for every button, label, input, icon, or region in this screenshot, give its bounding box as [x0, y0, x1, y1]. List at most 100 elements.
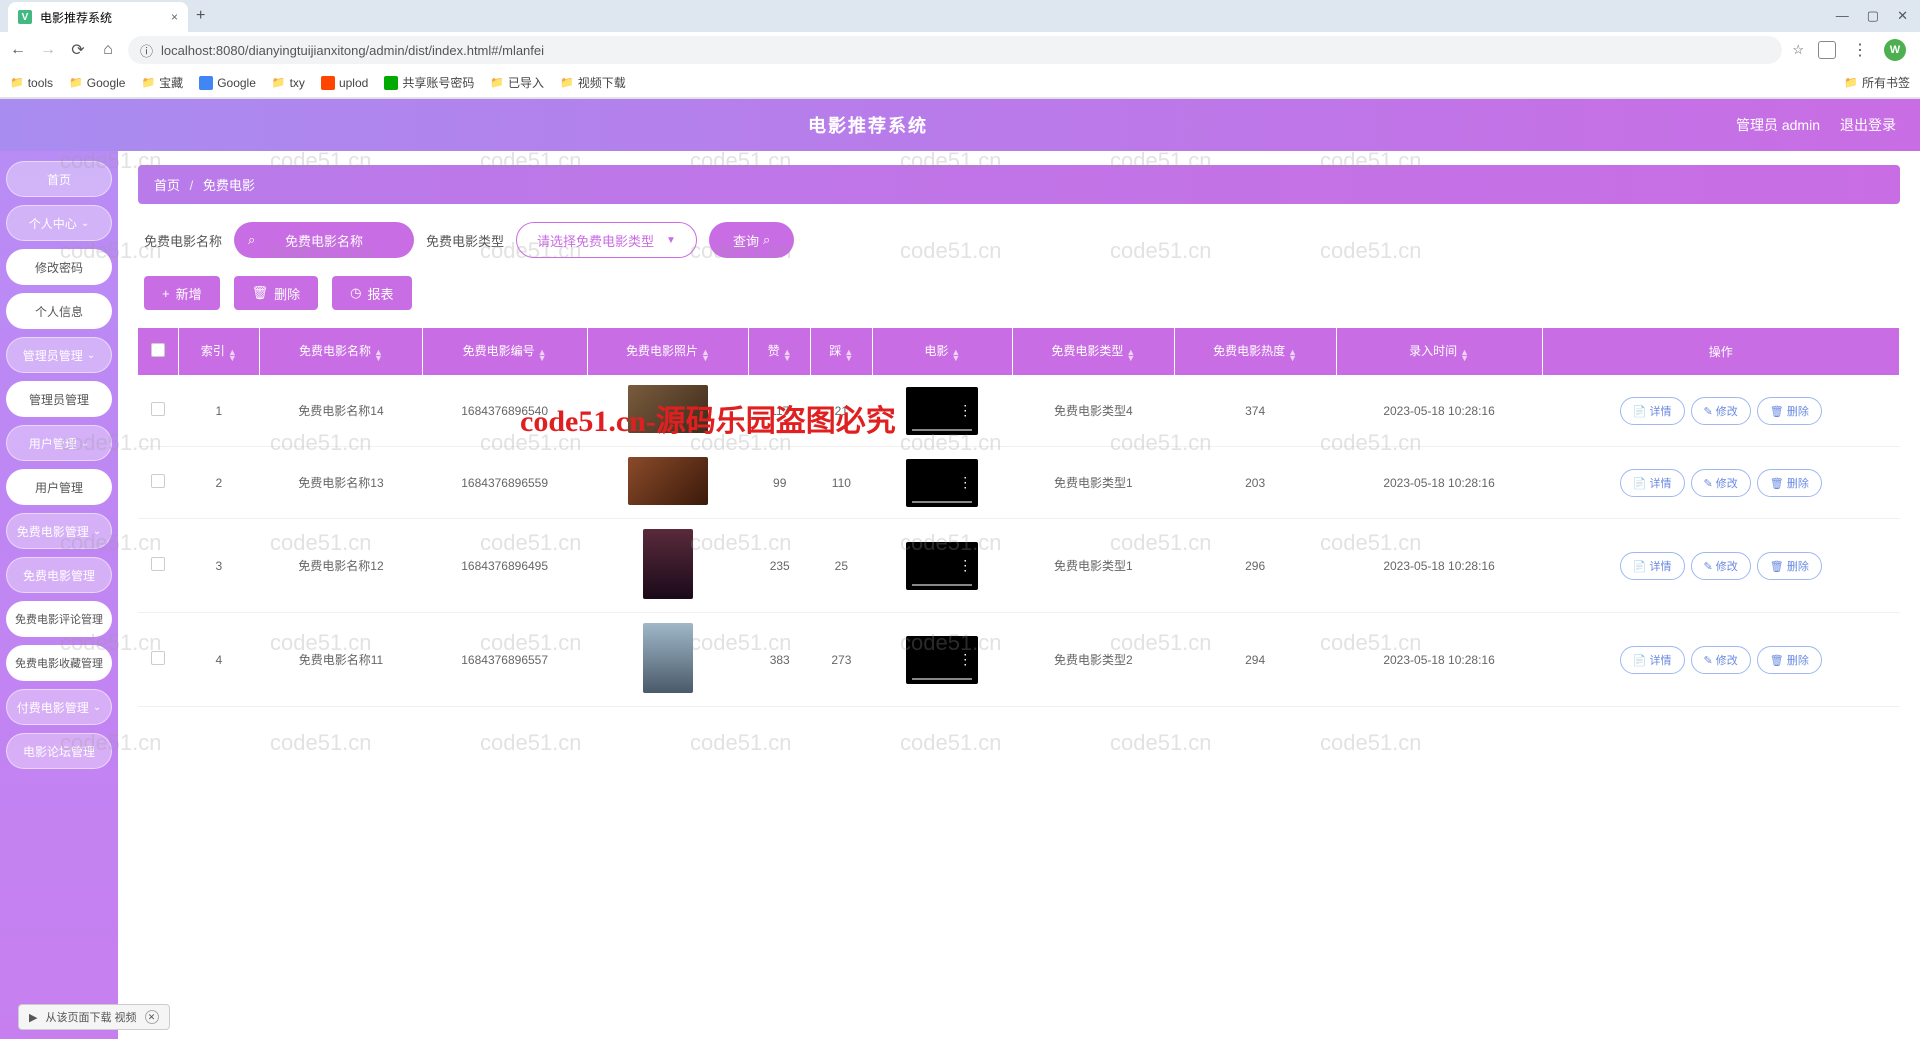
sort-icon[interactable]: ▲▼	[844, 349, 853, 361]
search-type-select[interactable]: 请选择免费电影类型 ▼	[516, 222, 697, 258]
sort-icon[interactable]: ▲▼	[1126, 349, 1135, 361]
sort-icon[interactable]: ▲▼	[374, 349, 383, 361]
sort-icon[interactable]: ▲▼	[1288, 349, 1297, 361]
logout-button[interactable]: 退出登录	[1840, 115, 1896, 135]
movie-thumbnail[interactable]	[628, 457, 708, 505]
home-icon[interactable]: ⌂	[98, 41, 118, 59]
back-icon[interactable]: ←	[8, 41, 28, 59]
bookmark-item[interactable]: txy	[272, 76, 305, 90]
extension-icon[interactable]	[1818, 41, 1836, 59]
delete-row-button[interactable]: 🗑 删除	[1757, 469, 1822, 497]
row-checkbox[interactable]	[151, 474, 165, 488]
sidebar-item[interactable]: 管理员管理⌄	[6, 337, 112, 373]
download-bar[interactable]: ▶ 从该页面下载 视频 ✕	[18, 1004, 170, 1030]
bookmark-item[interactable]: 已导入	[490, 74, 544, 91]
table-header[interactable]: 录入时间▲▼	[1336, 328, 1542, 375]
edit-button[interactable]: ✎ 修改	[1691, 397, 1751, 425]
close-icon[interactable]: ✕	[145, 1010, 159, 1024]
table-header[interactable]: 电影▲▼	[872, 328, 1012, 375]
bookmark-item[interactable]: Google	[69, 76, 125, 90]
sidebar-item[interactable]: 免费电影管理	[6, 557, 112, 593]
sidebar-item[interactable]: 付费电影管理⌄	[6, 689, 112, 725]
video-player[interactable]	[906, 542, 978, 590]
bookmark-item[interactable]: tools	[10, 76, 53, 90]
sidebar-item[interactable]: 免费电影管理⌄	[6, 513, 112, 549]
query-button[interactable]: 查询	[709, 222, 794, 258]
bookmark-item[interactable]: 共享账号密码	[384, 74, 474, 91]
bookmark-item[interactable]: uplod	[321, 76, 368, 90]
close-window-icon[interactable]: ✕	[1897, 8, 1908, 24]
sidebar-item[interactable]: 免费电影评论管理	[6, 601, 112, 637]
video-player[interactable]	[906, 459, 978, 507]
table-header[interactable]: 免费电影编号▲▼	[422, 328, 587, 375]
detail-button[interactable]: 📄 详情	[1620, 469, 1685, 497]
edit-button[interactable]: ✎ 修改	[1691, 469, 1751, 497]
table-header[interactable]: 免费电影类型▲▼	[1012, 328, 1174, 375]
movie-thumbnail[interactable]	[643, 623, 693, 693]
reload-icon[interactable]: ⟳	[68, 40, 88, 60]
bookmark-all[interactable]: 所有书签	[1844, 74, 1910, 91]
current-user[interactable]: 管理员 admin	[1736, 115, 1820, 135]
bookmark-icon[interactable]: ☆	[1792, 42, 1804, 58]
sort-icon[interactable]: ▲▼	[783, 349, 792, 361]
search-name-input[interactable]: 免费电影名称	[234, 222, 414, 258]
row-checkbox[interactable]	[151, 557, 165, 571]
cell-like: 235	[749, 519, 811, 613]
table-header[interactable]: 赞▲▼	[749, 328, 811, 375]
minimize-icon[interactable]: —	[1836, 8, 1849, 24]
detail-button[interactable]: 📄 详情	[1620, 397, 1685, 425]
sort-icon[interactable]: ▲▼	[951, 349, 960, 361]
edit-button[interactable]: ✎ 修改	[1691, 552, 1751, 580]
select-all-checkbox[interactable]	[151, 343, 165, 357]
sort-icon[interactable]: ▲▼	[1460, 349, 1469, 361]
sort-icon[interactable]: ▲▼	[538, 349, 547, 361]
sidebar-item[interactable]: 用户管理⌄	[6, 425, 112, 461]
table-header[interactable]	[138, 328, 178, 375]
delete-button[interactable]: 🗑删除	[234, 276, 319, 310]
bookmark-item[interactable]: Google	[199, 76, 256, 90]
report-button[interactable]: ◷报表	[332, 276, 411, 310]
sidebar-item[interactable]: 管理员管理	[6, 381, 112, 417]
detail-button[interactable]: 📄 详情	[1620, 552, 1685, 580]
bookmark-item[interactable]: 宝藏	[141, 74, 183, 91]
sidebar-item[interactable]: 个人信息	[6, 293, 112, 329]
table-header[interactable]: 免费电影热度▲▼	[1174, 328, 1336, 375]
delete-row-button[interactable]: 🗑 删除	[1757, 552, 1822, 580]
profile-avatar[interactable]: W	[1884, 39, 1906, 61]
breadcrumb-home[interactable]: 首页	[154, 178, 180, 193]
delete-row-button[interactable]: 🗑 删除	[1757, 397, 1822, 425]
sidebar-item[interactable]: 首页	[6, 161, 112, 197]
table-header[interactable]: 索引▲▼	[178, 328, 260, 375]
sidebar-item[interactable]: 免费电影收藏管理	[6, 645, 112, 681]
sidebar-item[interactable]: 个人中心⌄	[6, 205, 112, 241]
row-checkbox[interactable]	[151, 402, 165, 416]
table-header[interactable]: 免费电影名称▲▼	[260, 328, 423, 375]
site-info-icon[interactable]: ⓘ	[140, 41, 153, 60]
new-tab-button[interactable]: +	[196, 7, 205, 25]
maximize-icon[interactable]: ▢	[1867, 8, 1879, 24]
sidebar-item[interactable]: 电影论坛管理	[6, 733, 112, 769]
table-header[interactable]: 免费电影照片▲▼	[587, 328, 749, 375]
browser-tab[interactable]: V 电影推荐系统 ×	[8, 2, 188, 32]
extensions-icon[interactable]: ⋮	[1850, 40, 1870, 60]
forward-icon[interactable]: →	[38, 41, 58, 59]
delete-row-button[interactable]: 🗑 删除	[1757, 646, 1822, 674]
row-checkbox[interactable]	[151, 651, 165, 665]
vue-icon: V	[18, 10, 32, 24]
add-button[interactable]: +新增	[144, 276, 220, 310]
video-player[interactable]	[906, 636, 978, 684]
url-input[interactable]: ⓘ localhost:8080/dianyingtuijianxitong/a…	[128, 36, 1782, 64]
sidebar-item[interactable]: 用户管理	[6, 469, 112, 505]
sort-icon[interactable]: ▲▼	[228, 349, 237, 361]
movie-thumbnail[interactable]	[628, 385, 708, 433]
movie-thumbnail[interactable]	[643, 529, 693, 599]
video-player[interactable]	[906, 387, 978, 435]
close-icon[interactable]: ×	[171, 10, 178, 24]
edit-button[interactable]: ✎ 修改	[1691, 646, 1751, 674]
table-header[interactable]: 操作	[1542, 328, 1899, 375]
table-header[interactable]: 踩▲▼	[811, 328, 873, 375]
bookmark-item[interactable]: 视频下载	[560, 74, 626, 91]
detail-button[interactable]: 📄 详情	[1620, 646, 1685, 674]
sort-icon[interactable]: ▲▼	[701, 349, 710, 361]
sidebar-item[interactable]: 修改密码	[6, 249, 112, 285]
